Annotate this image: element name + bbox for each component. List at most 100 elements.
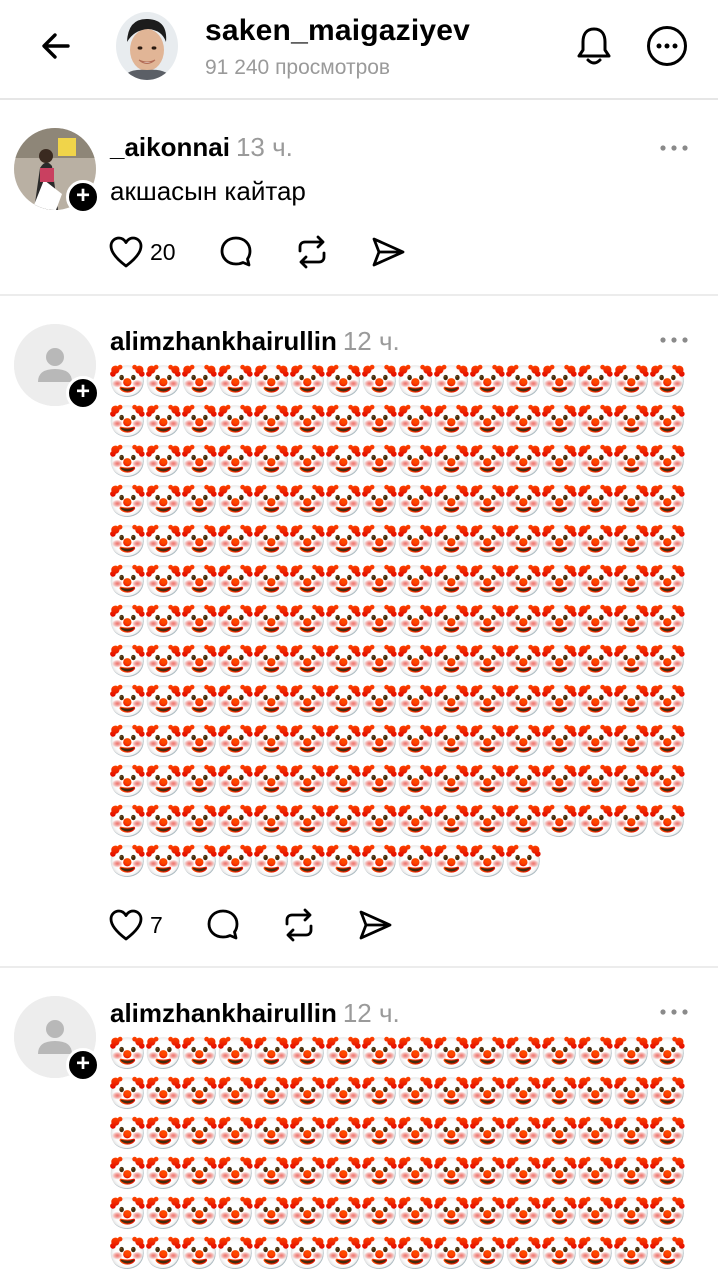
post-more-button[interactable] xyxy=(652,328,696,352)
clown-emoji: 🤡 xyxy=(216,844,255,880)
follow-plus-icon[interactable]: + xyxy=(66,1048,100,1082)
avatar[interactable]: + xyxy=(14,996,100,1082)
bell-icon xyxy=(577,27,611,65)
clown-emoji: 🤡 xyxy=(108,1196,147,1232)
more-circle-icon xyxy=(647,26,687,66)
clown-emoji: 🤡 xyxy=(288,1036,327,1072)
clown-emoji: 🤡 xyxy=(540,804,579,840)
clown-emoji: 🤡 xyxy=(180,524,219,560)
clown-emoji: 🤡 xyxy=(540,1196,579,1232)
clown-emoji: 🤡 xyxy=(360,404,399,440)
clown-emoji: 🤡 xyxy=(360,484,399,520)
clown-emoji: 🤡 xyxy=(288,684,327,720)
clown-emoji: 🤡 xyxy=(612,1156,651,1192)
clown-emoji: 🤡 xyxy=(252,684,291,720)
post-author[interactable]: _aikonnai 13 ч. xyxy=(110,132,293,163)
clown-emoji: 🤡 xyxy=(504,804,543,840)
reply-post: + _aikonnai 13 ч. акшасын кайтар 20 xyxy=(0,100,718,296)
clown-emoji: 🤡 xyxy=(576,684,615,720)
clown-emoji: 🤡 xyxy=(252,724,291,760)
clown-emoji: 🤡 xyxy=(540,484,579,520)
clown-emoji: 🤡 xyxy=(324,644,363,680)
clown-emoji: 🤡 xyxy=(360,804,399,840)
post-author[interactable]: alimzhankhairullin 12 ч. xyxy=(110,998,400,1029)
follow-plus-icon[interactable]: + xyxy=(66,180,100,214)
post-username[interactable]: alimzhankhairullin xyxy=(110,326,337,356)
clown-emoji: 🤡 xyxy=(612,604,651,640)
notifications-button[interactable] xyxy=(570,22,618,70)
repost-icon xyxy=(298,235,325,269)
clown-emoji: 🤡 xyxy=(108,724,147,760)
clown-emoji: 🤡 xyxy=(540,524,579,560)
clown-emoji: 🤡 xyxy=(612,644,651,680)
clown-emoji: 🤡 xyxy=(396,1196,435,1232)
comment-button[interactable] xyxy=(205,903,241,947)
clown-emoji: 🤡 xyxy=(216,1076,255,1112)
clown-emoji: 🤡 xyxy=(576,764,615,800)
clown-emoji: 🤡 xyxy=(576,1036,615,1072)
post-emoji-text: 🤡 🤡 🤡 🤡 🤡 🤡 🤡 🤡 🤡 🤡 🤡 🤡 🤡 🤡 🤡 🤡 🤡 🤡 🤡 🤡 🤡 🤡 🤡 🤡 🤡 🤡 🤡 🤡 🤡 🤡 🤡 🤡 🤡 🤡 🤡 🤡 🤡 🤡 🤡 🤡… xyxy=(108,362,688,882)
clown-emoji: 🤡 xyxy=(360,1036,399,1072)
clown-emoji: 🤡 xyxy=(648,1116,687,1152)
clown-emoji: 🤡 xyxy=(216,364,255,400)
clown-emoji: 🤡 xyxy=(144,444,183,480)
clown-emoji: 🤡 xyxy=(216,404,255,440)
post-username[interactable]: alimzhankhairullin xyxy=(110,998,337,1028)
clown-emoji: 🤡 xyxy=(576,804,615,840)
back-button[interactable] xyxy=(34,24,78,68)
clown-emoji: 🤡 xyxy=(108,644,147,680)
clown-emoji: 🤡 xyxy=(252,364,291,400)
clown-emoji: 🤡 xyxy=(216,644,255,680)
clown-emoji: 🤡 xyxy=(396,1156,435,1192)
follow-plus-icon[interactable]: + xyxy=(66,376,100,410)
clown-emoji: 🤡 xyxy=(252,524,291,560)
clown-emoji: 🤡 xyxy=(648,444,687,480)
clown-emoji: 🤡 xyxy=(540,564,579,600)
clown-emoji: 🤡 xyxy=(324,1236,363,1272)
share-button[interactable] xyxy=(357,903,393,947)
clown-emoji: 🤡 xyxy=(324,804,363,840)
clown-emoji: 🤡 xyxy=(396,684,435,720)
repost-button[interactable] xyxy=(281,903,317,947)
share-button[interactable] xyxy=(370,230,406,274)
post-author[interactable]: alimzhankhairullin 12 ч. xyxy=(110,326,400,357)
clown-emoji: 🤡 xyxy=(648,484,687,520)
clown-emoji: 🤡 xyxy=(396,1236,435,1272)
clown-emoji: 🤡 xyxy=(288,844,327,880)
clown-emoji: 🤡 xyxy=(612,1196,651,1232)
clown-emoji: 🤡 xyxy=(468,604,507,640)
clown-emoji: 🤡 xyxy=(324,1196,363,1232)
avatar[interactable]: + xyxy=(14,324,100,410)
clown-emoji: 🤡 xyxy=(648,1076,687,1112)
like-button[interactable]: 7 xyxy=(108,903,163,947)
profile-more-button[interactable] xyxy=(644,23,690,69)
clown-emoji: 🤡 xyxy=(612,1116,651,1152)
clown-emoji: 🤡 xyxy=(612,404,651,440)
clown-emoji: 🤡 xyxy=(504,1076,543,1112)
clown-emoji: 🤡 xyxy=(648,644,687,680)
clown-emoji: 🤡 xyxy=(360,684,399,720)
comment-button[interactable] xyxy=(218,230,254,274)
post-username[interactable]: _aikonnai xyxy=(110,132,230,162)
clown-emoji: 🤡 xyxy=(180,404,219,440)
clown-emoji: 🤡 xyxy=(360,444,399,480)
heart-icon xyxy=(109,909,143,941)
clown-emoji: 🤡 xyxy=(396,524,435,560)
repost-button[interactable] xyxy=(294,230,330,274)
clown-emoji: 🤡 xyxy=(144,764,183,800)
clown-emoji: 🤡 xyxy=(180,1236,219,1272)
clown-emoji: 🤡 xyxy=(468,804,507,840)
comment-icon xyxy=(220,236,251,267)
profile-avatar[interactable] xyxy=(116,12,178,80)
clown-emoji: 🤡 xyxy=(612,684,651,720)
post-more-button[interactable] xyxy=(652,136,696,160)
reply-post: + alimzhankhairullin 12 ч. 🤡 🤡 🤡 🤡 🤡 🤡 🤡 🤡 🤡 🤡 🤡 🤡 🤡 🤡… xyxy=(0,968,718,1280)
clown-emoji: 🤡 xyxy=(576,1156,615,1192)
clown-emoji: 🤡 xyxy=(504,484,543,520)
clown-emoji: 🤡 xyxy=(324,444,363,480)
clown-emoji: 🤡 xyxy=(180,1076,219,1112)
like-button[interactable]: 20 xyxy=(108,230,176,274)
avatar[interactable]: + xyxy=(14,128,100,214)
post-more-button[interactable] xyxy=(652,1000,696,1024)
clown-emoji: 🤡 xyxy=(504,1156,543,1192)
